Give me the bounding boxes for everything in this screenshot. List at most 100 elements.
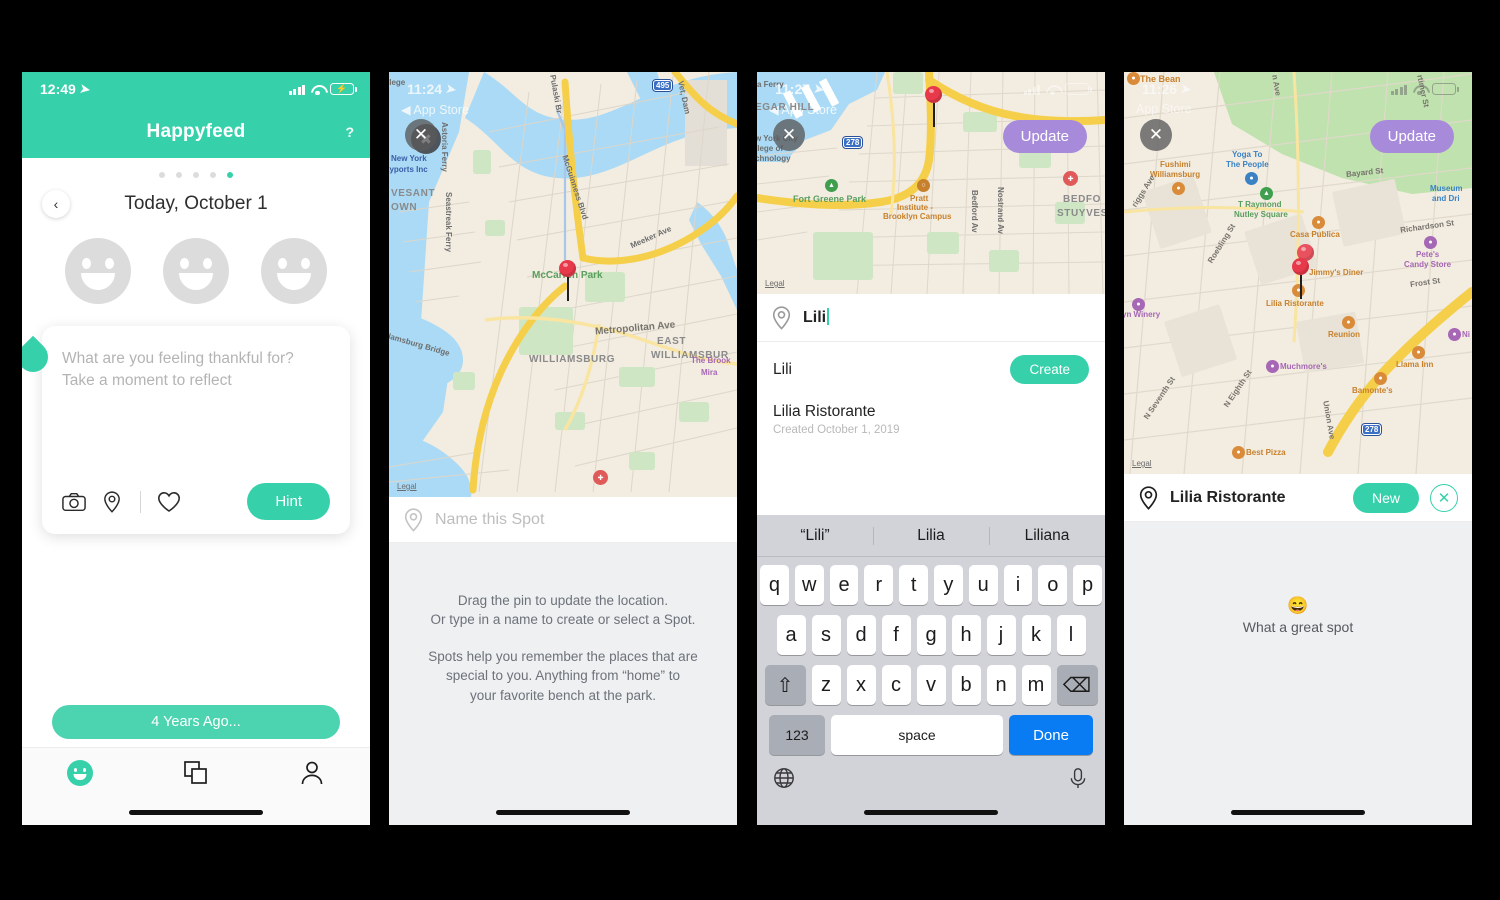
key-l[interactable]: l [1056,615,1086,655]
location-pin-icon [772,305,791,330]
tab-profile[interactable] [254,760,370,786]
restaurant-poi-icon[interactable]: ● [1312,216,1325,229]
restaurant-poi-icon[interactable]: ● [1342,316,1355,329]
key-p[interactable]: p [1073,565,1102,605]
hospital-poi-icon[interactable]: ✚ [593,470,608,485]
backspace-key[interactable]: ⌫ [1056,665,1098,705]
key-s[interactable]: s [811,615,841,655]
close-icon[interactable]: ✕ [1140,119,1172,151]
key-c[interactable]: c [881,665,911,705]
key-a[interactable]: a [776,615,806,655]
pizza-poi-icon[interactable]: ● [1232,446,1245,459]
help-button[interactable]: ? [345,124,354,140]
restaurant-poi-icon[interactable]: ● [1172,182,1185,195]
park-poi-icon[interactable]: ▲ [1260,187,1273,200]
key-r[interactable]: r [864,565,894,605]
suggestion-0[interactable]: “Lili” [757,527,873,545]
spot-name-input[interactable]: Name this Spot [435,511,723,529]
shift-key[interactable]: ⇧ [764,665,806,705]
result-row-existing[interactable]: Lilia Ristorante Created October 1, 2019 [757,397,1105,449]
map-view[interactable]: ✕ 11:24 ➤ ◀ App Store ✖ llege New York k… [389,72,737,497]
tab-cards[interactable] [138,760,254,786]
fitness-poi-icon[interactable]: ● [1245,172,1258,185]
key-m[interactable]: m [1021,665,1051,705]
map-legal-link[interactable]: Legal [397,482,417,491]
key-b[interactable]: b [951,665,981,705]
key-k[interactable]: k [1021,615,1051,655]
status-time: 11:26 [1142,81,1178,97]
school-poi-icon[interactable]: ○ [917,179,930,192]
key-h[interactable]: h [951,615,981,655]
numbers-key[interactable]: 123 [769,715,825,755]
camera-icon[interactable] [62,491,86,513]
memory-button[interactable]: 4 Years Ago... [52,705,340,739]
key-y[interactable]: y [934,565,963,605]
key-n[interactable]: n [986,665,1016,705]
spot-name-bar[interactable]: Lili [757,294,1105,342]
restaurant-poi-icon[interactable]: ● [1374,372,1387,385]
microphone-icon[interactable] [1067,767,1089,789]
page-dot[interactable] [193,172,199,178]
spot-name-value[interactable]: Lilia Ristorante [1170,489,1342,507]
map-pin[interactable] [1292,258,1309,299]
spot-name-input[interactable]: Lili [803,308,1091,327]
suggestion-2[interactable]: Liliana [989,527,1105,545]
page-dot[interactable] [159,172,165,178]
mood-face-3[interactable] [261,238,327,304]
location-pin-icon[interactable] [100,490,124,513]
tab-journal[interactable] [22,760,138,786]
key-f[interactable]: f [881,615,911,655]
close-icon[interactable]: ✕ [773,119,805,151]
key-v[interactable]: v [916,665,946,705]
heart-icon[interactable] [157,491,181,513]
map-legal-link[interactable]: Legal [765,279,785,288]
winery-poi-icon[interactable]: ● [1132,298,1145,311]
on-screen-keyboard[interactable]: “Lili” Lilia Liliana q w e r t y u i o p… [757,515,1105,825]
key-z[interactable]: z [811,665,841,705]
map-view[interactable]: ✕ Update 11:26 ➤ App Store The Bean ● Fu… [1124,72,1472,474]
key-j[interactable]: j [986,615,1016,655]
key-d[interactable]: d [846,615,876,655]
page-dot-active[interactable] [227,172,233,178]
status-right: ⚡ [288,83,357,96]
keyboard-row-3: ⇧ z x c v b n m ⌫ [760,665,1102,705]
suggestion-1[interactable]: Lilia [873,527,989,545]
hospital-poi-icon[interactable]: ✚ [1063,171,1078,186]
key-g[interactable]: g [916,615,946,655]
close-icon[interactable]: ✕ [405,119,437,151]
mood-face-2[interactable] [163,238,229,304]
bar-poi-icon[interactable]: ● [1448,328,1461,341]
park-poi-icon[interactable]: ▲ [825,179,838,192]
map-legal-link[interactable]: Legal [1132,459,1152,468]
new-spot-button[interactable]: New [1352,482,1419,513]
mood-face-1[interactable] [65,238,131,304]
create-spot-button[interactable]: Create [1010,355,1089,384]
key-x[interactable]: x [846,665,876,705]
update-button[interactable]: Update [1002,120,1087,153]
spot-name-bar[interactable]: Name this Spot [389,497,737,543]
map-pin[interactable] [559,260,576,301]
spot-name-bar[interactable]: Lilia Ristorante New ✕ [1124,474,1472,522]
back-button[interactable]: ‹ [42,190,70,218]
shop-poi-icon[interactable]: ● [1424,236,1437,249]
key-q[interactable]: q [760,565,789,605]
clear-spot-icon[interactable]: ✕ [1430,483,1458,512]
result-row-create[interactable]: Lili Create [757,342,1105,397]
page-dot[interactable] [210,172,216,178]
bar-poi-icon[interactable]: ● [1266,360,1279,373]
hint-button[interactable]: Hint [247,483,330,520]
map-view[interactable]: ✕ Update 11:27 ➤ ◀ App Store a Ferry EGA… [757,72,1105,294]
key-u[interactable]: u [968,565,998,605]
key-w[interactable]: w [794,565,824,605]
key-o[interactable]: o [1038,565,1068,605]
key-t[interactable]: t [899,565,928,605]
restaurant-poi-icon[interactable]: ● [1412,346,1425,359]
key-i[interactable]: i [1003,565,1033,605]
globe-icon[interactable] [773,767,795,789]
done-key[interactable]: Done [1009,715,1093,755]
space-key[interactable]: space [831,715,1003,755]
update-button[interactable]: Update [1369,120,1454,153]
key-e[interactable]: e [829,565,859,605]
entry-card[interactable]: What are you feeling thankful for? Take … [22,326,350,534]
page-dot[interactable] [176,172,182,178]
